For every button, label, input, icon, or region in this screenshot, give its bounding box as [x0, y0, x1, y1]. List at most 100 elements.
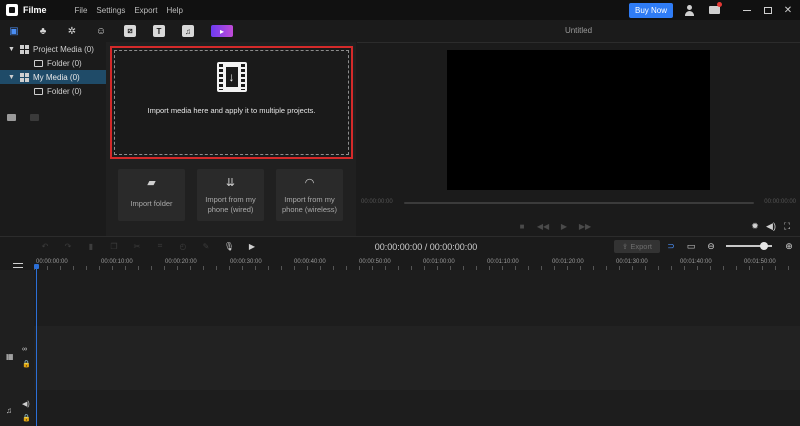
text-icon[interactable]: T — [153, 25, 165, 37]
caret-down-icon[interactable]: ▼ — [8, 46, 16, 53]
audio-icon[interactable]: ♣ — [37, 25, 49, 37]
usb-icon: ⇊ — [225, 177, 236, 189]
ruler-label: 00:01:20:00 — [552, 259, 584, 265]
video-track-icon: ▦ — [6, 352, 14, 361]
import-phone-wireless-button[interactable]: ◠ Import from my phone (wireless) — [276, 169, 343, 221]
project-title: Untitled — [564, 26, 593, 35]
asset-toolbar: ▣ ♣ ✲ ☺ ⧄ T ♫ ▸ — [0, 20, 356, 42]
tree-my-folder[interactable]: Folder (0) — [0, 84, 106, 98]
settings-icon[interactable]: ✹ — [750, 221, 760, 231]
folder-icon — [34, 87, 43, 95]
zoom-in-icon[interactable]: ⊕ — [784, 241, 794, 251]
import-drop-zone[interactable]: ↓ Import media here and apply it to mult… — [110, 46, 353, 159]
fit-icon[interactable]: ▭ — [686, 241, 696, 251]
ruler-label: 00:00:00:00 — [36, 259, 68, 265]
track-lane[interactable] — [34, 270, 800, 326]
export-button[interactable]: ⇪ Export — [614, 240, 660, 253]
play-icon[interactable]: ▶ — [559, 221, 569, 231]
preview-scrubber[interactable] — [404, 202, 754, 204]
close-icon[interactable]: ✕ — [782, 4, 794, 16]
menu-export[interactable]: Export — [134, 6, 157, 15]
stop-icon[interactable]: ■ — [517, 221, 527, 231]
ruler-label: 00:01:40:00 — [680, 259, 712, 265]
menu-settings[interactable]: Settings — [96, 6, 125, 15]
caret-down-icon[interactable]: ▼ — [8, 74, 16, 81]
music-icon[interactable]: ♫ — [182, 25, 194, 37]
volume-icon[interactable]: ◀) — [766, 221, 776, 231]
wifi-icon: ◠ — [304, 177, 315, 189]
fullscreen-icon[interactable]: ⛶ — [782, 221, 792, 231]
filme-logo-icon — [6, 4, 18, 16]
playhead-handle[interactable] — [34, 264, 39, 269]
playback-controls: ■ ◀◀ ▶ ▶▶ — [517, 221, 601, 231]
track-lane[interactable] — [34, 390, 800, 426]
snap-icon[interactable]: ⊃ — [666, 241, 676, 251]
preview-time-current: 00:00:00:00 — [361, 199, 393, 205]
media-icon[interactable]: ▣ — [8, 25, 20, 37]
preview-options: ✹ ◀) ⛶ — [750, 221, 798, 231]
zoom-slider[interactable] — [726, 242, 772, 250]
track-head: ♫ ◀) 🔒 — [0, 390, 34, 426]
import-folder-button[interactable]: ▰ Import folder — [118, 169, 185, 221]
card-label: Import from my phone (wired) — [205, 195, 256, 214]
minimize-icon[interactable] — [741, 4, 753, 16]
lock-icon[interactable]: 🔒 — [22, 414, 31, 422]
audio-track-icon: ♫ — [6, 406, 12, 415]
new-folder-icon[interactable] — [7, 114, 16, 121]
sticker-icon[interactable]: ☺ — [95, 25, 107, 37]
menu-bar: File Settings Export Help — [75, 6, 192, 15]
next-frame-icon[interactable]: ▶▶ — [579, 221, 591, 231]
buy-now-button[interactable]: Buy Now — [629, 3, 673, 18]
timeline-view-controls: ⊃ ▭ ⊖ ⊕ — [666, 241, 800, 251]
menu-file[interactable]: File — [75, 6, 88, 15]
playhead[interactable] — [36, 266, 37, 426]
ruler-label: 00:01:00:00 — [423, 259, 455, 265]
media-tree: ▼ Project Media (0) Folder (0) ▼ My Medi… — [0, 42, 106, 236]
mute-icon[interactable]: ◀) — [22, 400, 30, 408]
export-label: Export — [630, 242, 653, 251]
ruler-label: 00:00:40:00 — [294, 259, 326, 265]
track-head: ▦ ∞ 🔒 — [0, 326, 34, 390]
grid-icon — [20, 72, 29, 82]
import-phone-wired-button[interactable]: ⇊ Import from my phone (wired) — [197, 169, 264, 221]
lock-icon[interactable]: 🔒 — [22, 360, 31, 368]
effects-icon[interactable]: ✲ — [66, 25, 78, 37]
tree-label: My Media (0) — [33, 72, 80, 82]
ruler-label: 00:01:30:00 — [616, 259, 648, 265]
track-lane[interactable] — [34, 326, 800, 390]
app-name: Filme — [23, 5, 47, 15]
delete-folder-icon[interactable] — [30, 114, 39, 121]
track-overlay — [0, 270, 800, 326]
drop-zone-text: Import media here and apply it to multip… — [147, 106, 316, 115]
preview-screen — [447, 50, 710, 190]
ruler-label: 00:00:30:00 — [230, 259, 262, 265]
link-icon[interactable]: ∞ — [22, 346, 27, 353]
account-icon[interactable] — [683, 4, 695, 16]
ruler-label: 00:00:20:00 — [165, 259, 197, 265]
title-bar: Filme File Settings Export Help Buy Now … — [0, 0, 800, 20]
preview-time-total: 00:00:00:00 — [764, 199, 796, 205]
track-video: ▦ ∞ 🔒 — [0, 326, 800, 390]
tree-actions — [7, 114, 53, 121]
zoom-slider-thumb[interactable] — [760, 242, 768, 250]
timeline-toolbar: ↶ ↷ ▮ ❐ ✂ ⌗ ◴ ✎ 🎙 ▶ 00:00:00:00 / 00:00:… — [0, 236, 800, 256]
folder-icon: ▰ — [147, 177, 156, 189]
ruler-label: 00:00:10:00 — [101, 259, 133, 265]
card-label: Import folder — [130, 199, 173, 208]
preview-panel: Untitled 00:00:00:00 00:00:00:00 ■ ◀◀ ▶ … — [357, 20, 800, 236]
folder-icon — [34, 59, 43, 67]
tree-project-media[interactable]: ▼ Project Media (0) — [0, 42, 106, 56]
tree-my-media[interactable]: ▼ My Media (0) — [0, 70, 106, 84]
film-import-icon: ↓ — [216, 62, 247, 92]
tree-project-folder[interactable]: Folder (0) — [0, 56, 106, 70]
grid-icon — [20, 44, 29, 54]
import-options: ▰ Import folder ⇊ Import from my phone (… — [118, 169, 355, 221]
menu-help[interactable]: Help — [166, 6, 182, 15]
timeline-ruler[interactable]: 00:00:00:00 00:00:10:00 00:00:20:00 00:0… — [0, 256, 800, 270]
prev-frame-icon[interactable]: ◀◀ — [537, 221, 549, 231]
mail-icon[interactable] — [708, 2, 722, 16]
transition-icon[interactable]: ⧄ — [124, 25, 136, 37]
maximize-icon[interactable] — [762, 4, 774, 16]
promo-icon[interactable]: ▸ — [211, 25, 233, 37]
zoom-out-icon[interactable]: ⊖ — [706, 241, 716, 251]
